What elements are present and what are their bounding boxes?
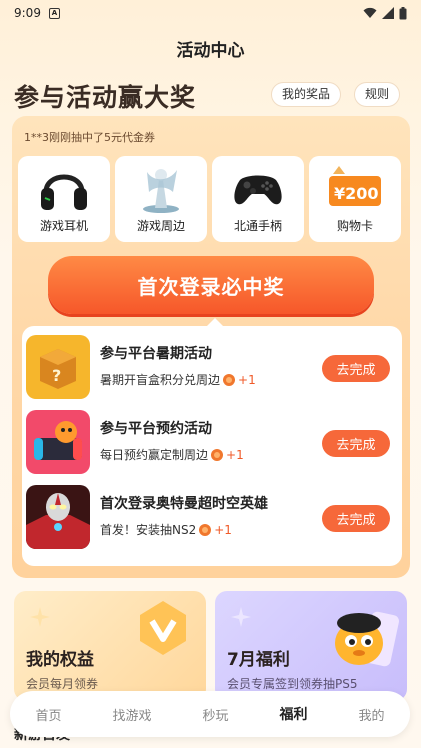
coin-icon <box>223 373 236 386</box>
task-title: 参与平台预约活动 <box>100 421 212 437</box>
task-subtitle: 暑期开盲盒积分兑周边 <box>100 373 221 387</box>
figurine-icon <box>143 169 179 213</box>
coin-icon <box>199 523 212 536</box>
nav-item-home[interactable]: 首页 <box>35 705 61 724</box>
bottom-nav: 首页 找游戏 秒玩 福利 我的 <box>10 691 410 737</box>
nav-item-welfare[interactable]: 福利 <box>279 704 307 724</box>
task-reward: +1 <box>226 447 244 462</box>
prize-headphones[interactable]: 游戏耳机 <box>18 156 110 242</box>
prize-label: 游戏周边 <box>136 219 185 233</box>
crown-diamond-icon <box>140 601 186 655</box>
prize-figurine[interactable]: 游戏周边 <box>115 156 207 242</box>
console-thumbnail <box>26 410 90 474</box>
card-value: ¥200 <box>334 184 379 203</box>
task-title: 参与平台暑期活动 <box>100 346 212 362</box>
prize-label: 游戏耳机 <box>39 219 88 233</box>
my-prizes-button[interactable]: 我的奖品 <box>271 82 342 107</box>
nav-item-find-games[interactable]: 找游戏 <box>112 705 151 724</box>
task-item: ? 参与平台暑期活动 暑期开盲盒积分兑周边 +1 去完成 <box>26 335 398 401</box>
task-list: ? 参与平台暑期活动 暑期开盲盒积分兑周边 +1 去完成 参与平台预约活动 每日… <box>22 318 402 566</box>
prize-shopping-card[interactable]: ¥200 购物卡 <box>309 156 401 242</box>
task-subtitle-row: 首发！安装抽NS2 +1 <box>100 521 232 538</box>
task-subtitle-row: 暑期开盲盒积分兑周边 +1 <box>100 371 256 388</box>
blind-box-thumbnail: ? <box>26 335 90 399</box>
task-reward: +1 <box>238 372 256 387</box>
svg-text:?: ? <box>52 366 61 385</box>
winner-ticker: 1**3刚刚抽中了5元代金券 <box>24 131 155 144</box>
headphones-icon <box>41 174 87 210</box>
rules-button[interactable]: 规则 <box>354 82 401 107</box>
task-subtitle-row: 每日预约赢定制周边 +1 <box>100 446 244 463</box>
benefit-subtitle: 会员专属签到领券抽PS5 <box>227 677 358 691</box>
signal-icon <box>382 7 394 19</box>
task-go-button[interactable]: 去完成 <box>322 505 390 532</box>
benefit-title: 我的权益 <box>26 650 94 670</box>
mascot-icon <box>335 611 399 667</box>
ultraman-thumbnail <box>26 485 90 549</box>
notification-badge-icon: A <box>48 7 60 19</box>
task-item: 首次登录奥特曼超时空英雄 首发！安装抽NS2 +1 去完成 <box>26 485 398 551</box>
hero-title: 参与活动赢大奖 <box>14 83 197 112</box>
july-welfare-card[interactable]: 7月福利 会员专属签到领券抽PS5 <box>215 591 407 701</box>
benefit-subtitle: 会员每月领券 <box>26 677 99 691</box>
task-subtitle: 首发！安装抽NS2 <box>100 523 197 537</box>
gamepad-icon <box>234 175 282 205</box>
prize-label: 购物卡 <box>336 219 373 233</box>
status-time: 9:09 <box>14 6 41 20</box>
coin-icon <box>211 448 224 461</box>
wifi-icon <box>363 7 377 18</box>
task-item: 参与平台预约活动 每日预约赢定制周边 +1 去完成 <box>26 410 398 476</box>
prize-gamepad[interactable]: 北通手柄 <box>212 156 304 242</box>
task-go-button[interactable]: 去完成 <box>322 355 390 382</box>
battery-icon <box>399 6 407 19</box>
shopping-card-icon: ¥200 <box>329 166 381 206</box>
sparkle-icon <box>231 607 251 627</box>
nav-item-instant-play[interactable]: 秒玩 <box>202 705 228 724</box>
sparkle-icon <box>30 607 50 627</box>
task-go-button[interactable]: 去完成 <box>322 430 390 457</box>
task-subtitle: 每日预约赢定制周边 <box>100 448 209 462</box>
task-title: 首次登录奥特曼超时空英雄 <box>100 496 268 512</box>
benefit-title: 7月福利 <box>227 650 290 670</box>
activity-card: 1**3刚刚抽中了5元代金券 游戏耳机 游戏周边 北通手柄 ¥200 购物卡 首… <box>12 116 410 578</box>
status-bar: 9:09 A <box>0 0 421 26</box>
first-login-prize-button[interactable]: 首次登录必中奖 <box>48 256 374 314</box>
my-benefits-card[interactable]: 我的权益 会员每月领券 <box>14 591 206 701</box>
task-reward: +1 <box>214 522 232 537</box>
prize-label: 北通手柄 <box>233 219 282 233</box>
nav-item-me[interactable]: 我的 <box>358 705 384 724</box>
page-title: 活动中心 <box>176 41 245 61</box>
